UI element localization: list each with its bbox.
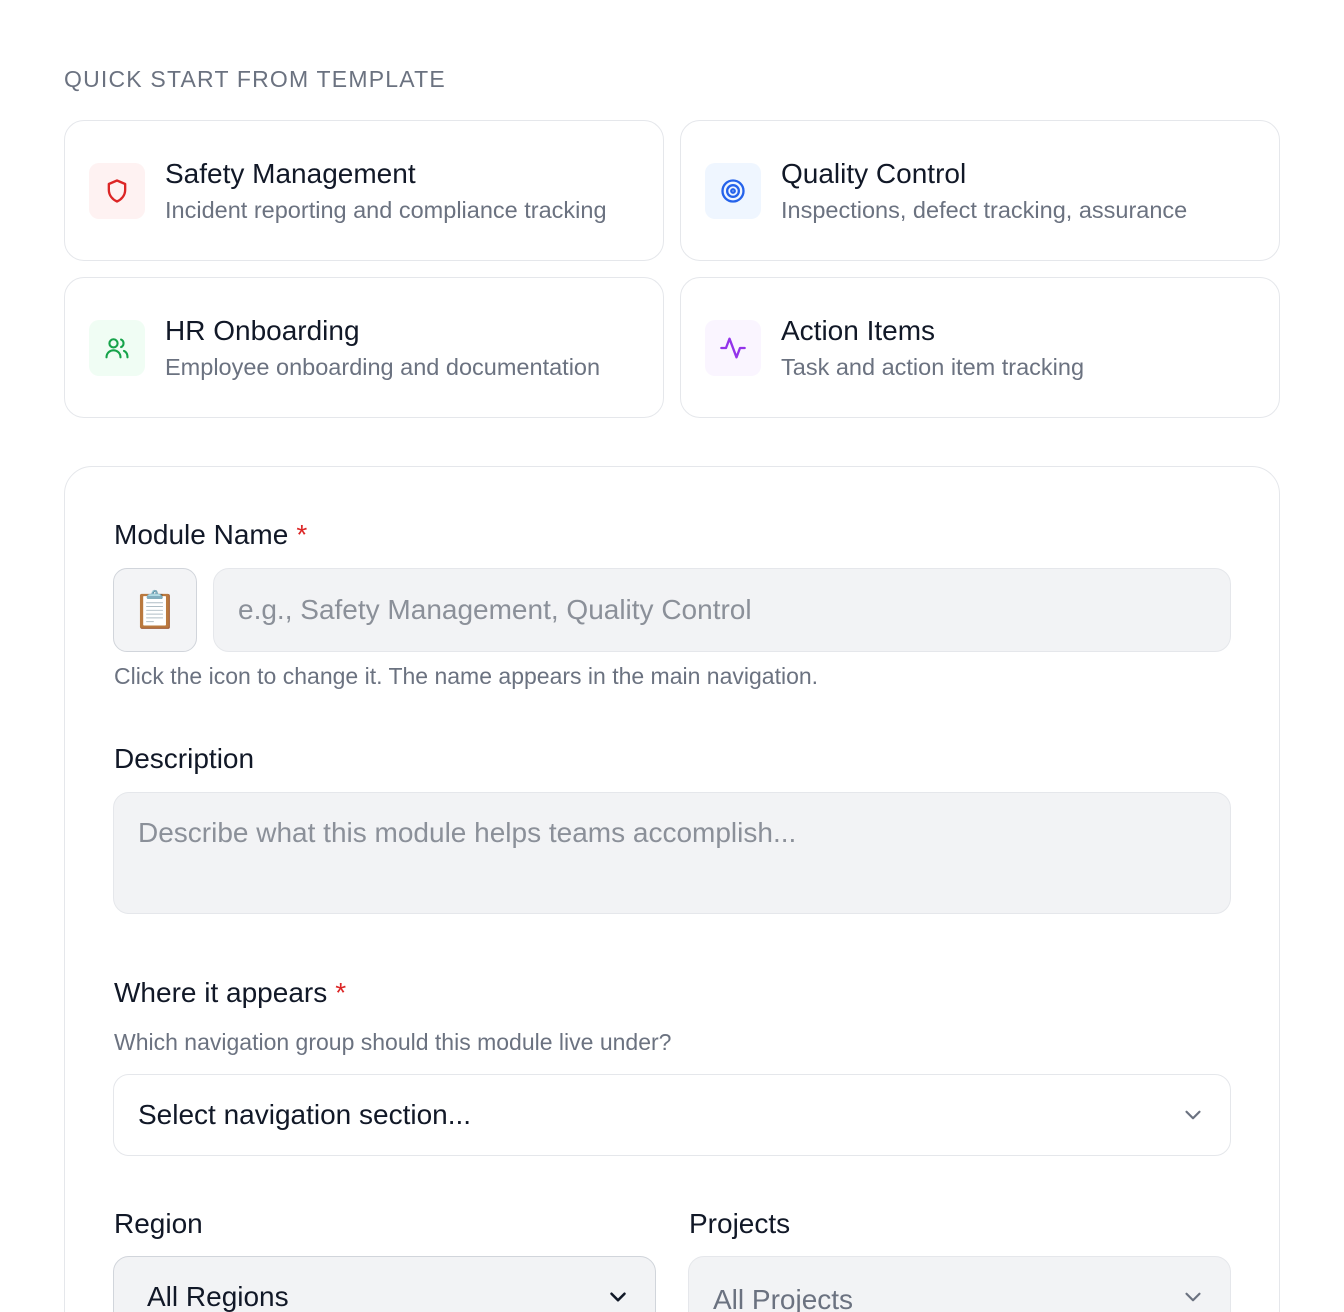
description-textarea[interactable] (113, 792, 1231, 914)
region-select[interactable]: All Regions (113, 1256, 656, 1312)
template-card-action-items[interactable]: Action Items Task and action item tracki… (680, 277, 1280, 418)
where-hint: Which navigation group should this modul… (114, 1029, 672, 1055)
projects-label: Projects (689, 1208, 791, 1239)
where-label-text: Where it appears (114, 977, 328, 1008)
template-card-safety-management[interactable]: Safety Management Incident reporting and… (64, 120, 664, 261)
template-name: Quality Control (781, 157, 967, 189)
target-icon (705, 162, 761, 219)
projects-select[interactable]: All Projects (688, 1256, 1231, 1312)
chevron-down-icon (1185, 1292, 1201, 1302)
required-mark: * (335, 977, 347, 1008)
module-icon-picker-button[interactable]: 📋 (113, 568, 197, 652)
navigation-section-select[interactable]: Select navigation section... (113, 1074, 1231, 1156)
module-name-label: Module Name * (114, 519, 307, 551)
template-description: Employee onboarding and documentation (165, 353, 601, 380)
module-name-label-text: Module Name (114, 519, 289, 550)
template-name: Safety Management (165, 157, 416, 189)
chevron-down-icon (610, 1292, 626, 1302)
module-name-hint: Click the icon to change it. The name ap… (114, 663, 819, 689)
where-label: Where it appears * (114, 977, 346, 1009)
template-card-quality-control[interactable]: Quality Control Inspections, defect trac… (680, 120, 1280, 261)
template-name: HR Onboarding (165, 314, 360, 346)
region-selected: All Regions (147, 1281, 289, 1312)
description-label: Description (114, 743, 255, 774)
module-name-input[interactable] (213, 568, 1231, 652)
required-mark: * (296, 519, 308, 550)
region-label: Region (114, 1208, 203, 1239)
chevron-down-icon (1185, 1110, 1201, 1120)
template-description: Incident reporting and compliance tracki… (165, 196, 607, 223)
section-title: QUICK START FROM TEMPLATE (64, 66, 446, 92)
template-card-hr-onboarding[interactable]: HR Onboarding Employee onboarding and do… (64, 277, 664, 418)
template-description: Task and action item tracking (781, 353, 1085, 380)
shield-icon (89, 162, 145, 219)
projects-selected: All Projects (713, 1284, 854, 1312)
users-icon (89, 319, 145, 376)
template-name: Action Items (781, 314, 936, 346)
template-grid: Safety Management Incident reporting and… (64, 120, 1280, 418)
activity-icon (705, 319, 761, 376)
clipboard-icon: 📋 (132, 589, 178, 630)
template-description: Inspections, defect tracking, assurance (781, 196, 1188, 223)
navigation-section-selected: Select navigation section... (138, 1099, 472, 1130)
module-form: Module Name* 📋 Click the icon to change … (64, 466, 1280, 1312)
